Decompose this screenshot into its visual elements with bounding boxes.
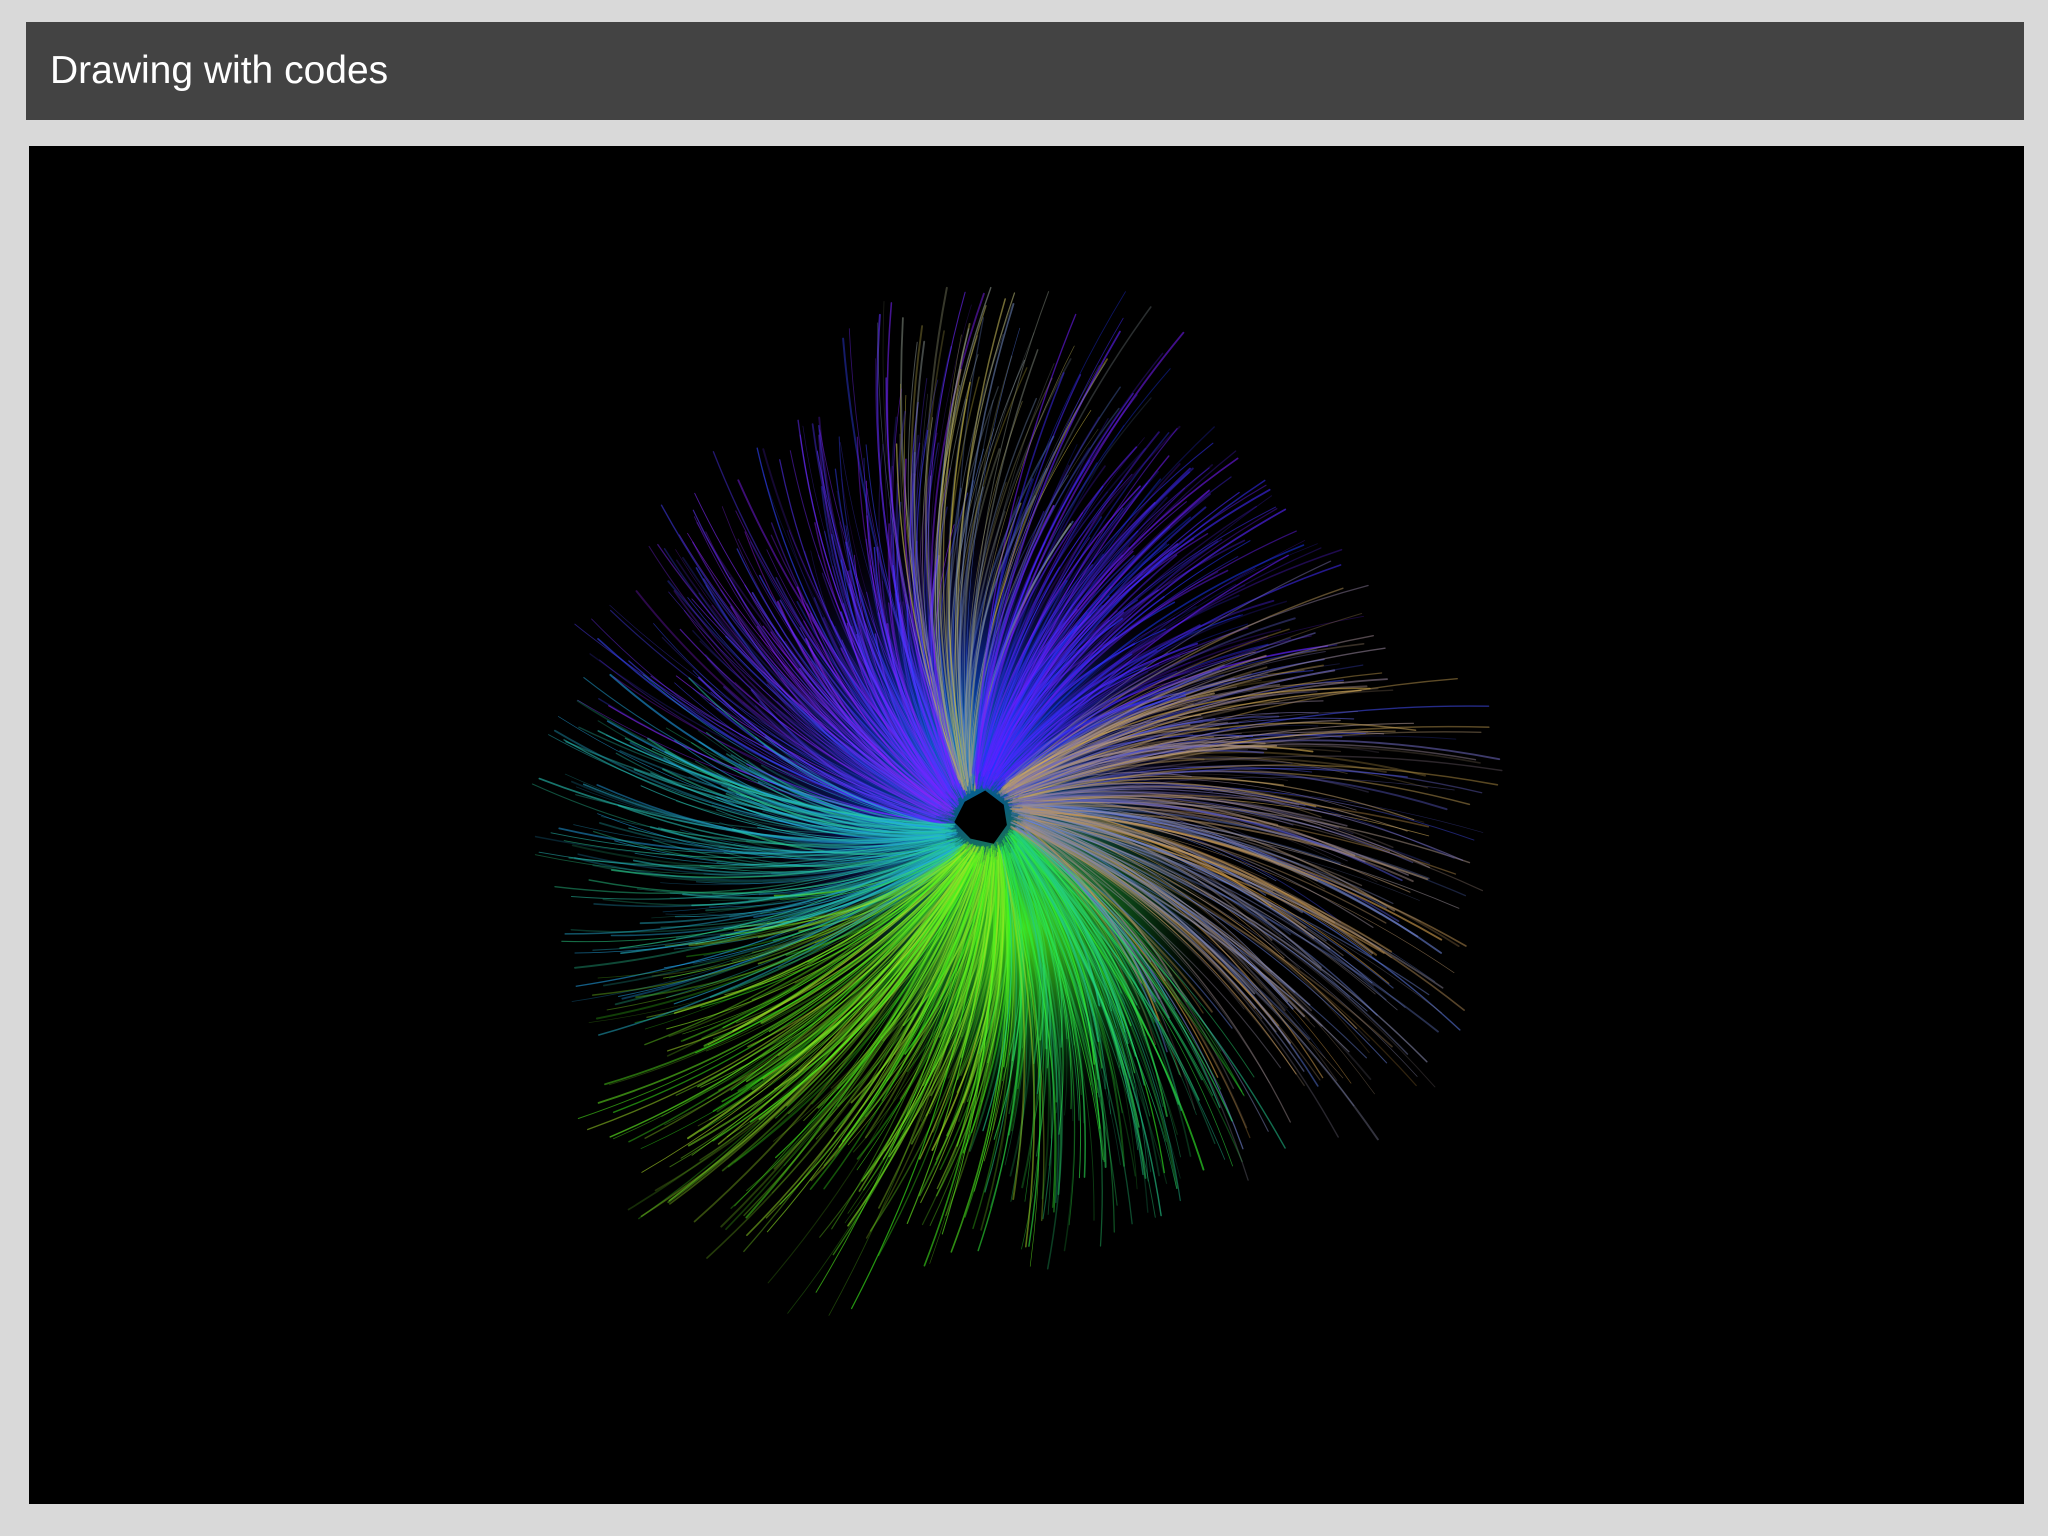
burst-artwork: [531, 286, 1503, 1316]
page: Drawing with codes: [0, 0, 2048, 1536]
drawing-canvas[interactable]: [29, 146, 2024, 1504]
burst-strands: [531, 286, 1503, 1316]
page-title: Drawing with codes: [50, 49, 389, 92]
header-bar: Drawing with codes: [26, 22, 2024, 120]
